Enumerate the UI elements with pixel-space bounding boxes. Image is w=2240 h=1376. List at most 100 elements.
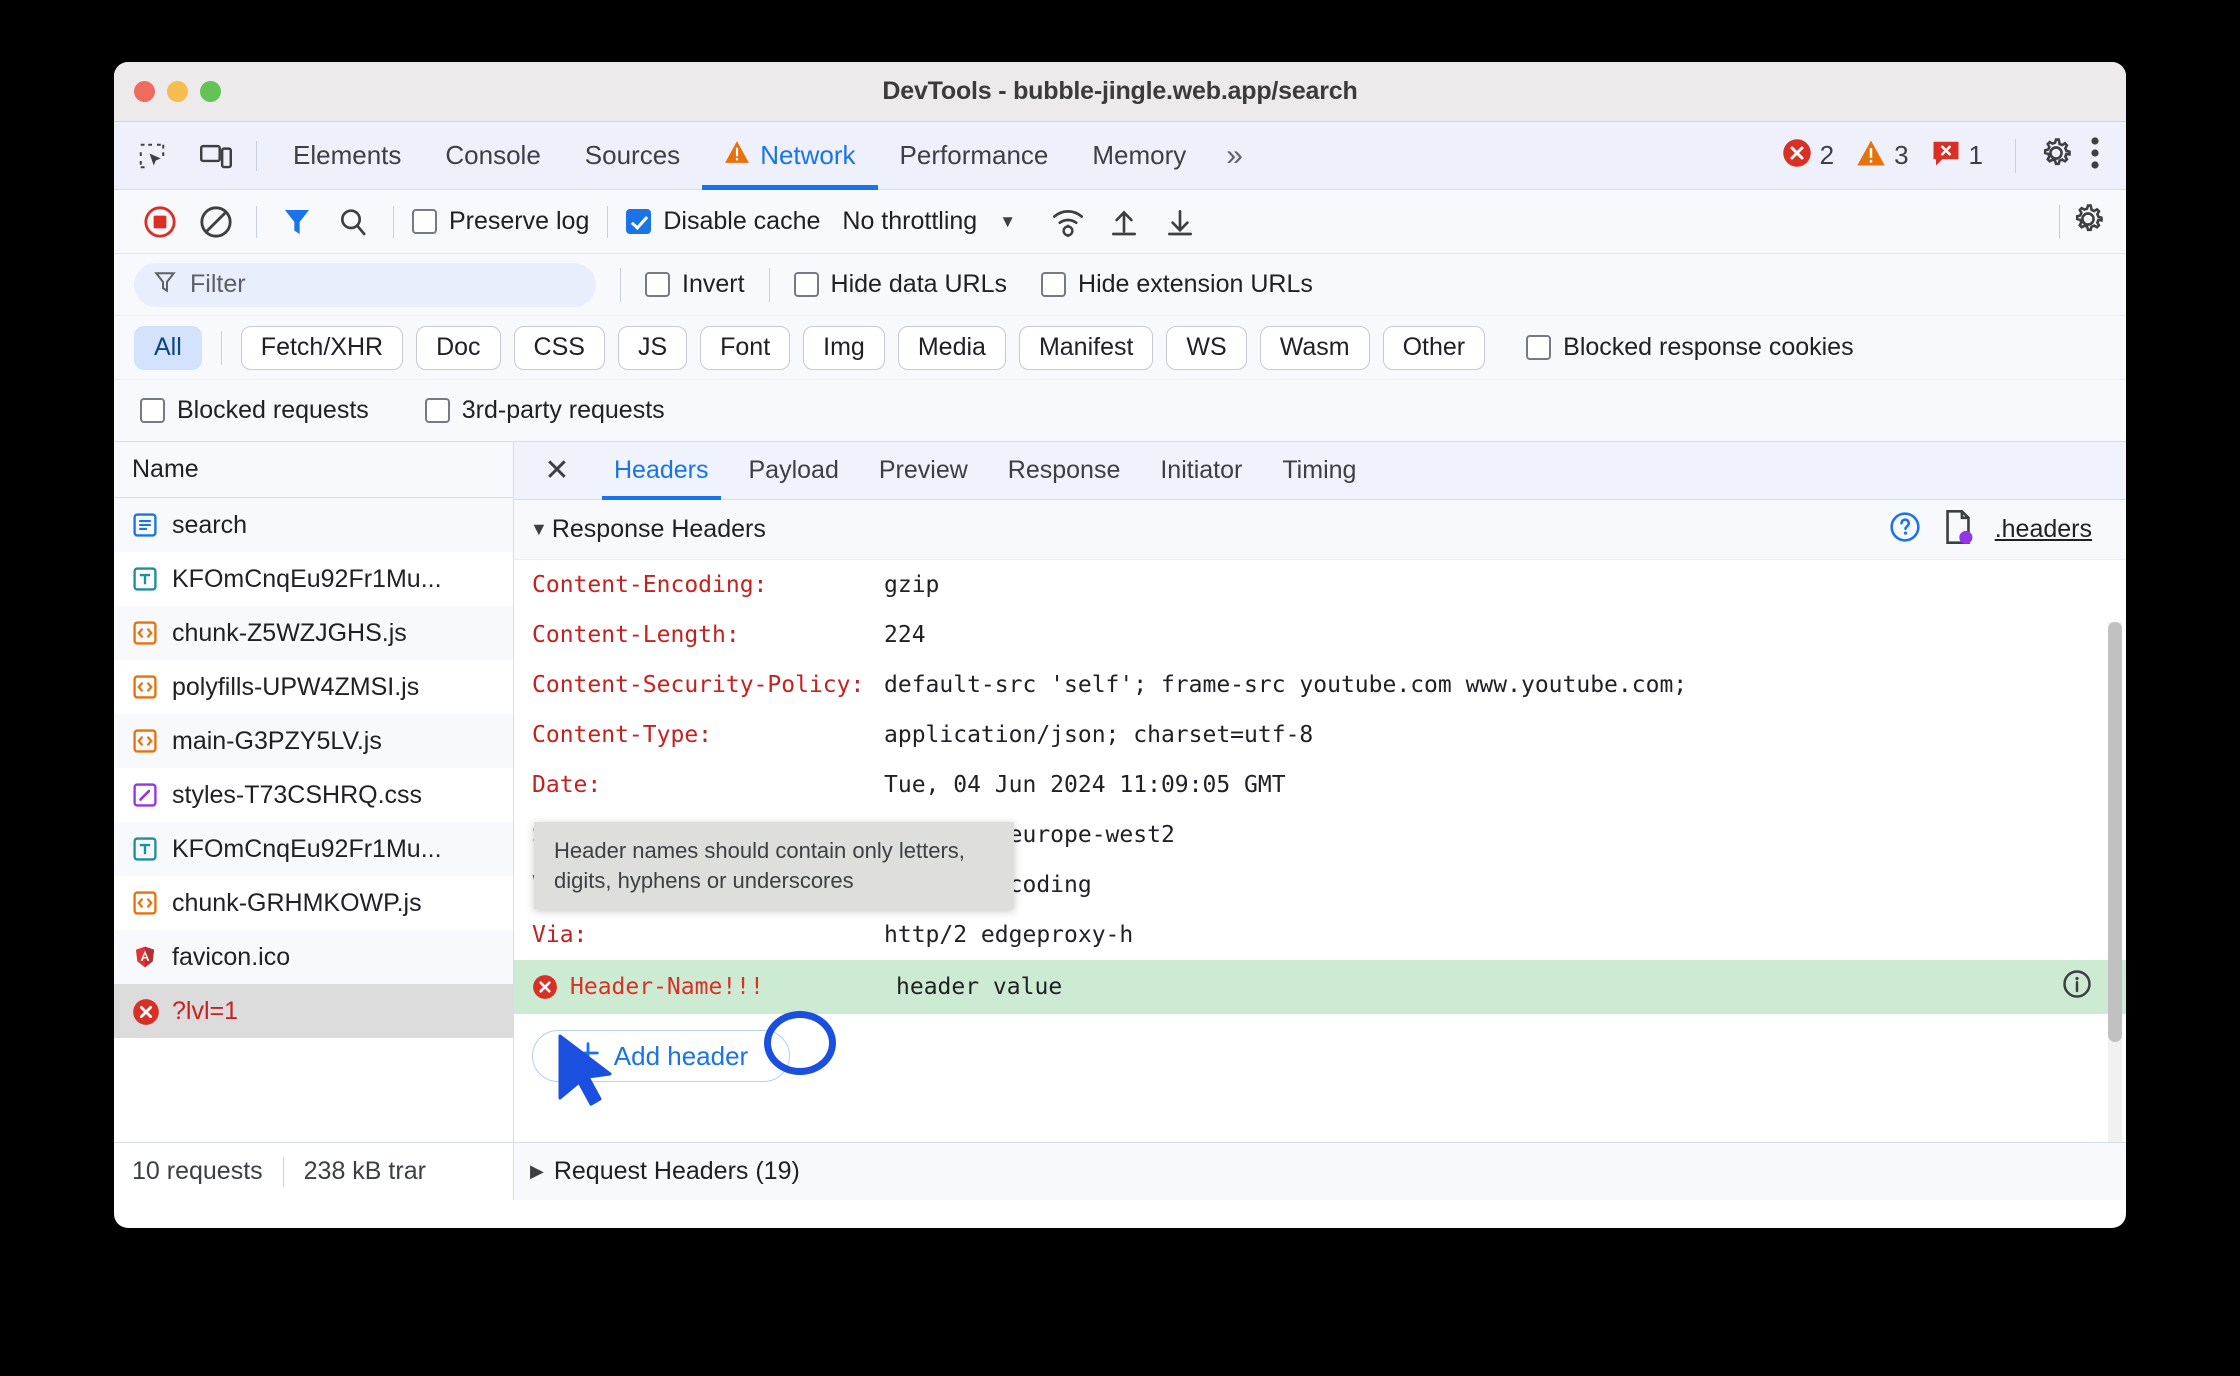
tab-payload[interactable]: Payload (729, 442, 859, 500)
more-tabs-icon[interactable]: » (1208, 139, 1261, 173)
tab-timing[interactable]: Timing (1262, 442, 1376, 500)
preserve-log-checkbox[interactable]: Preserve log (406, 207, 595, 236)
checkbox-box (1041, 272, 1067, 297)
warning-count: 3 (1894, 140, 1909, 170)
tab-performance[interactable]: Performance (878, 122, 1071, 190)
request-row-font-1[interactable]: KFOmCnqEu92Fr1Mu... (114, 552, 513, 606)
request-row-main[interactable]: main-G3PZY5LV.js (114, 714, 513, 768)
close-icon[interactable]: ✕ (534, 448, 580, 494)
tab-console[interactable]: Console (423, 122, 562, 190)
headers-file-icon[interactable] (1943, 510, 1973, 549)
chip-fetch-xhr[interactable]: Fetch/XHR (240, 325, 404, 370)
info-icon[interactable] (2062, 969, 2092, 1005)
import-har-icon[interactable] (1096, 196, 1152, 248)
search-icon[interactable] (325, 196, 381, 248)
toolbar-divider (768, 267, 770, 302)
request-name: search (172, 510, 248, 539)
editable-header-name[interactable]: Header-Name!!! (570, 974, 896, 1000)
header-row[interactable]: Content-Type: application/json; charset=… (514, 710, 2126, 760)
editable-header-row[interactable]: Header-Name!!! header value (514, 960, 2126, 1014)
request-headers-section-header[interactable]: ▶ Request Headers (19) (514, 1143, 2126, 1200)
header-value[interactable]: http/2 edgeproxy-h (884, 922, 1133, 948)
detail-scrollbar-thumb[interactable] (2108, 622, 2122, 1042)
tab-initiator[interactable]: Initiator (1140, 442, 1262, 500)
throttling-select[interactable]: No throttling (842, 207, 977, 236)
issue-count-group[interactable]: 1 (1931, 139, 1993, 172)
device-toolbar-icon[interactable] (190, 132, 242, 180)
warning-count-group[interactable]: 3 (1856, 139, 1918, 172)
chip-font[interactable]: Font (700, 325, 791, 370)
header-row[interactable]: Content-Security-Policy: default-src 'se… (514, 660, 2126, 710)
tab-memory[interactable]: Memory (1070, 122, 1208, 190)
request-row-lvl1[interactable]: ?lvl=1 (114, 984, 513, 1038)
network-body: Name search KFOmCnqEu92Fr1Mu... chunk-Z5… (114, 442, 2126, 1142)
chip-css[interactable]: CSS (513, 325, 605, 370)
request-row-favicon[interactable]: favicon.ico (114, 930, 513, 984)
chip-js[interactable]: JS (617, 325, 688, 370)
filter-input[interactable]: Filter (134, 262, 596, 307)
response-headers-section-header[interactable]: ▼ Response Headers .headers (514, 500, 2126, 560)
header-value[interactable]: application/json; charset=utf-8 (884, 722, 1313, 748)
clear-button[interactable] (188, 196, 244, 248)
header-value[interactable]: 224 (884, 622, 926, 648)
tab-network[interactable]: Network (702, 122, 878, 190)
gear-icon[interactable] (2038, 135, 2074, 176)
request-row-polyfills[interactable]: polyfills-UPW4ZMSI.js (114, 660, 513, 714)
blocked-requests-checkbox[interactable]: Blocked requests (134, 396, 375, 425)
export-har-icon[interactable] (1152, 196, 1208, 248)
chip-doc[interactable]: Doc (416, 325, 501, 370)
headers-file-link[interactable]: .headers (1995, 515, 2092, 544)
filter-funnel-icon[interactable] (269, 196, 325, 248)
hide-extension-urls-checkbox[interactable]: Hide extension URLs (1035, 270, 1319, 299)
request-row-search[interactable]: search (114, 498, 513, 552)
chip-other[interactable]: Other (1382, 325, 1486, 370)
script-icon (132, 620, 158, 646)
request-row-chunk-z5wzjghs[interactable]: chunk-Z5WZJGHS.js (114, 606, 513, 660)
record-button[interactable] (132, 196, 188, 248)
hide-data-urls-checkbox[interactable]: Hide data URLs (788, 270, 1013, 299)
network-conditions-icon[interactable] (1040, 196, 1096, 248)
tab-elements[interactable]: Elements (271, 122, 423, 190)
checkbox-box (1526, 335, 1552, 360)
request-row-styles[interactable]: styles-T73CSHRQ.css (114, 768, 513, 822)
chip-manifest[interactable]: Manifest (1018, 325, 1154, 370)
tab-response[interactable]: Response (988, 442, 1141, 500)
header-value[interactable]: Tue, 04 Jun 2024 11:09:05 GMT (884, 772, 1286, 798)
triangle-right-icon: ▶ (530, 1161, 544, 1181)
chip-all[interactable]: All (134, 325, 202, 370)
stylesheet-icon (132, 782, 158, 808)
chip-ws[interactable]: WS (1166, 325, 1247, 370)
detail-tab-bar: ✕ Headers Payload Preview Response Initi… (514, 442, 2126, 500)
tab-preview[interactable]: Preview (859, 442, 988, 500)
toolbar-divider (2059, 204, 2060, 239)
title-bar: DevTools - bubble-jingle.web.app/search (114, 62, 2126, 122)
invert-checkbox[interactable]: Invert (639, 270, 751, 299)
third-party-requests-checkbox[interactable]: 3rd-party requests (419, 396, 671, 425)
chip-wasm[interactable]: Wasm (1259, 325, 1370, 370)
gear-icon[interactable] (2070, 201, 2106, 242)
request-name: main-G3PZY5LV.js (172, 726, 382, 755)
header-value[interactable]: default-src 'self'; frame-src youtube.co… (884, 672, 1687, 698)
chip-img[interactable]: Img (803, 325, 885, 370)
header-row[interactable]: Content-Encoding: gzip (514, 560, 2126, 610)
header-row[interactable]: Via: http/2 edgeproxy-h (514, 910, 2126, 960)
chip-media[interactable]: Media (897, 325, 1006, 370)
network-summary: 10 requests 238 kB trar (114, 1143, 514, 1200)
header-row[interactable]: Date: Tue, 04 Jun 2024 11:09:05 GMT (514, 760, 2126, 810)
more-options-icon[interactable] (2086, 135, 2104, 176)
editable-header-value[interactable]: header value (896, 974, 1062, 1000)
tab-sources[interactable]: Sources (563, 122, 702, 190)
inspect-element-icon[interactable] (126, 132, 178, 180)
request-row-chunk-grhmkowp[interactable]: chunk-GRHMKOWP.js (114, 876, 513, 930)
error-count-group[interactable]: 2 (1782, 138, 1844, 173)
request-row-font-2[interactable]: KFOmCnqEu92Fr1Mu... (114, 822, 513, 876)
blocked-response-cookies-label: Blocked response cookies (1563, 333, 1854, 361)
header-row[interactable]: Content-Length: 224 (514, 610, 2126, 660)
chevron-down-icon[interactable]: ▼ (999, 212, 1016, 232)
header-value[interactable]: gzip (884, 572, 939, 598)
blocked-response-cookies-checkbox[interactable]: Blocked response cookies (1520, 333, 1859, 362)
disable-cache-checkbox[interactable]: Disable cache (620, 207, 826, 236)
devtools-window: DevTools - bubble-jingle.web.app/search … (114, 62, 2126, 1228)
tab-headers[interactable]: Headers (594, 442, 729, 500)
help-icon[interactable] (1889, 511, 1921, 548)
